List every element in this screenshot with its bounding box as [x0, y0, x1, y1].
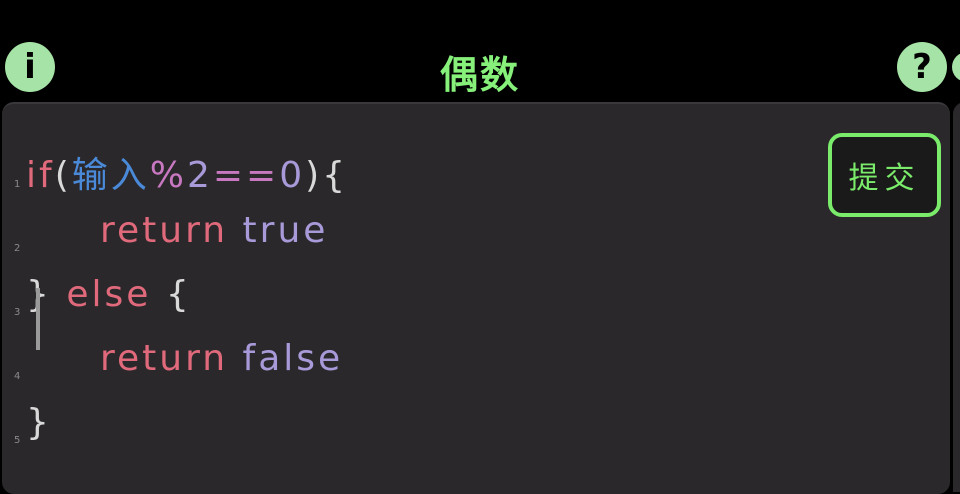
code-token: %	[149, 155, 187, 196]
code-text: } else {	[26, 274, 192, 315]
code-token: }	[26, 402, 52, 443]
code-token: else	[51, 274, 166, 315]
line-number: 4	[14, 371, 21, 382]
offscreen-button[interactable]	[952, 52, 960, 82]
code-token: return	[100, 210, 229, 251]
info-icon: i	[24, 47, 36, 87]
code-token: 2	[186, 155, 213, 196]
code-line[interactable]: 1 if(输入%2==0){	[2, 138, 802, 198]
side-panel	[953, 102, 960, 492]
code-text: return false	[26, 338, 343, 379]
submit-button[interactable]: 提交	[828, 133, 941, 217]
code-token: return	[100, 338, 229, 379]
header-bar: i 偶数 ?	[0, 0, 960, 100]
line-number: 1	[14, 179, 21, 190]
help-button[interactable]: ?	[897, 42, 947, 92]
code-token: ){	[305, 155, 349, 196]
code-text: return true	[26, 210, 328, 251]
code-token: (	[54, 155, 72, 196]
level-title: 偶数	[439, 53, 520, 97]
code-line[interactable]: 5}	[2, 394, 802, 454]
code-line[interactable]: 3 } else {	[2, 266, 802, 326]
code-editor[interactable]: 1if(输入%2==0){2return true3} else {4retur…	[2, 102, 950, 494]
code-token: 输入	[71, 155, 150, 196]
code-token: 0	[279, 155, 306, 196]
code-line[interactable]: 4 return false	[2, 330, 802, 390]
line-number: 2	[14, 243, 21, 254]
text-cursor	[36, 288, 40, 350]
code-token: true	[242, 210, 329, 251]
code-line[interactable]: 2 return true	[2, 202, 802, 262]
line-number: 5	[14, 435, 21, 446]
code-token: if	[26, 155, 55, 196]
line-number: 3	[14, 307, 21, 318]
code-token: {	[165, 274, 192, 315]
code-text: if(输入%2==0){	[26, 146, 348, 198]
info-button[interactable]: i	[5, 42, 55, 92]
code-token: false	[242, 338, 344, 379]
code-token: ==	[212, 155, 280, 196]
code-text: }	[26, 402, 52, 443]
help-icon: ?	[912, 47, 932, 87]
